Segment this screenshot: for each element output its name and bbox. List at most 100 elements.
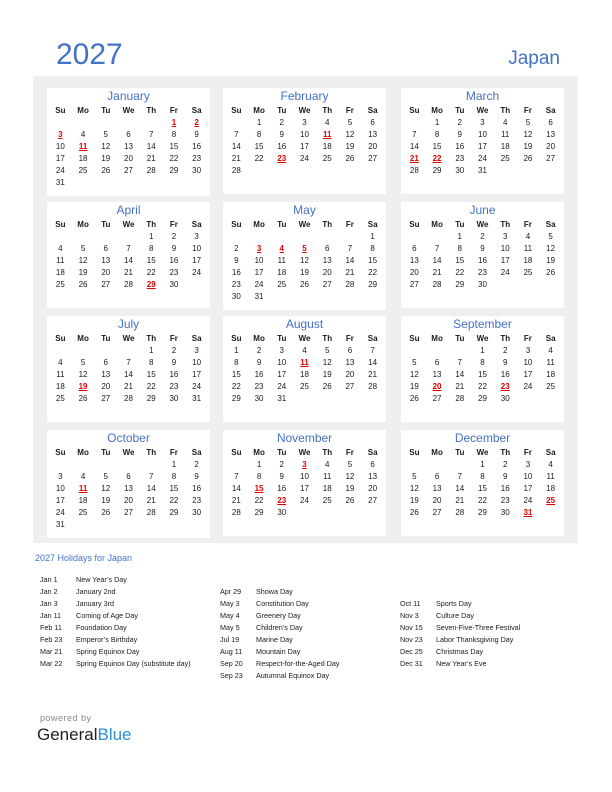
day-cell: 24: [55, 166, 65, 175]
month-grid: Su Mo Tu We Th Fr Sa 1 2 3 4 5 6 7 8 9 10 11 12 13 14 15 16 17 1…: [223, 446, 386, 519]
empty-day-cell: [140, 459, 163, 471]
holiday-day-cell: 19: [78, 382, 88, 391]
day-cell: 7: [347, 244, 353, 253]
empty-day-cell: [72, 231, 95, 243]
weekday-header: We: [298, 106, 311, 115]
weekday-header: Th: [500, 106, 511, 115]
day-cell: 14: [368, 358, 378, 367]
day-cell: 4: [80, 130, 86, 139]
day-cell: 24: [523, 382, 533, 391]
day-cell: 7: [457, 472, 462, 481]
weekday-header: Su: [231, 106, 242, 115]
day-cell: 17: [523, 370, 533, 379]
day-cell: 9: [502, 472, 508, 481]
holiday-name: Autumnal Equinox Day: [256, 671, 330, 680]
weekday-header: Sa: [545, 106, 556, 115]
day-cell: 13: [101, 370, 111, 379]
brand-general: General: [37, 725, 98, 744]
day-cell: 18: [78, 154, 88, 163]
day-cell: 3: [279, 346, 284, 355]
weekday-header: Th: [322, 334, 333, 343]
empty-day-cell: [270, 231, 293, 243]
day-cell: 28: [409, 166, 419, 175]
day-cell: 17: [300, 142, 309, 151]
weekday-header: Th: [146, 448, 157, 457]
day-cell: 28: [146, 166, 156, 175]
day-cell: 4: [525, 232, 531, 241]
day-cell: 27: [322, 280, 332, 289]
day-cell: 3: [525, 460, 531, 469]
weekday-header: Fr: [523, 220, 532, 229]
holiday-date: Dec 31: [400, 659, 423, 668]
day-cell: 31: [254, 292, 264, 301]
day-cell: 10: [192, 244, 202, 253]
day-cell: 17: [192, 370, 202, 379]
day-cell: 30: [169, 394, 179, 403]
day-cell: 14: [124, 256, 133, 265]
day-cell: 29: [478, 508, 487, 517]
day-cell: 17: [500, 256, 510, 265]
holiday-name: Mountain Day: [256, 647, 301, 656]
day-cell: 27: [409, 280, 419, 289]
day-cell: 31: [277, 394, 287, 403]
empty-day-cell: [117, 459, 140, 471]
day-cell: 20: [101, 268, 111, 277]
month-name: September: [453, 317, 512, 331]
day-cell: 22: [146, 268, 156, 277]
weekday-header: We: [122, 220, 135, 229]
day-cell: 25: [277, 280, 287, 289]
weekday-header: Su: [231, 220, 242, 229]
day-cell: 19: [101, 496, 111, 505]
holiday-date: Feb 11: [40, 623, 62, 632]
day-cell: 24: [300, 154, 309, 163]
day-cell: 2: [171, 346, 177, 355]
day-cell: 8: [256, 472, 262, 481]
day-cell: 25: [55, 280, 65, 289]
empty-day-cell: [448, 345, 471, 357]
day-cell: 8: [370, 244, 375, 253]
day-cell: 18: [546, 370, 556, 379]
holiday-day-cell: 3: [302, 460, 307, 469]
holiday-day-cell: 23: [500, 382, 510, 391]
day-cell: 8: [480, 472, 485, 481]
day-cell: 21: [455, 496, 465, 505]
weekday-header: Th: [146, 220, 157, 229]
empty-day-cell: [94, 231, 117, 243]
day-cell: 20: [345, 370, 355, 379]
month-name: July: [117, 317, 140, 331]
day-cell: 27: [101, 394, 111, 403]
empty-day-cell: [72, 345, 95, 357]
weekday-header: Tu: [277, 220, 287, 229]
holiday-day-cell: 11: [322, 130, 332, 139]
month-name: October: [107, 431, 150, 445]
holiday-name: Emperor’s Birthday: [76, 635, 138, 644]
holiday-name: Spring Equinox Day: [76, 647, 140, 656]
day-cell: 9: [171, 358, 177, 367]
weekday-header: Su: [55, 220, 66, 229]
day-cell: 17: [192, 256, 202, 265]
holiday-date: Jan 1: [40, 575, 58, 584]
month-april: April Su Mo Tu We Th Fr Sa 1 2 3 4 5 6 7 8 9 10 11 12 13 14 15…: [47, 202, 210, 308]
day-cell: 19: [345, 484, 355, 493]
month-grid: Su Mo Tu We Th Fr Sa 1 2 3 4 5 6 7 8 9 10 11 12 13 14 15 16 17 1…: [401, 218, 564, 291]
day-cell: 25: [546, 382, 556, 391]
day-cell: 18: [78, 496, 88, 505]
weekday-header: We: [298, 448, 311, 457]
day-cell: 3: [58, 472, 63, 481]
holiday-date: Apr 29: [220, 587, 242, 596]
weekday-header: Mo: [431, 334, 443, 343]
day-cell: 11: [277, 256, 286, 265]
weekday-header: Su: [409, 334, 420, 343]
empty-day-cell: [403, 459, 426, 471]
day-cell: 22: [478, 496, 487, 505]
day-cell: 15: [169, 484, 179, 493]
holiday-list-item: Sep 23 Autumnal Equinox Day: [220, 670, 340, 682]
day-cell: 5: [548, 232, 553, 241]
day-cell: 7: [457, 358, 462, 367]
day-cell: 13: [432, 484, 442, 493]
day-cell: 17: [277, 370, 287, 379]
day-cell: 10: [192, 358, 202, 367]
month-grid: Su Mo Tu We Th Fr Sa 1 2 3 4 5 6 7 8 9 10 11 12 13 14 15 16 17 1…: [47, 218, 210, 291]
day-cell: 28: [146, 508, 156, 517]
day-cell: 19: [101, 154, 111, 163]
